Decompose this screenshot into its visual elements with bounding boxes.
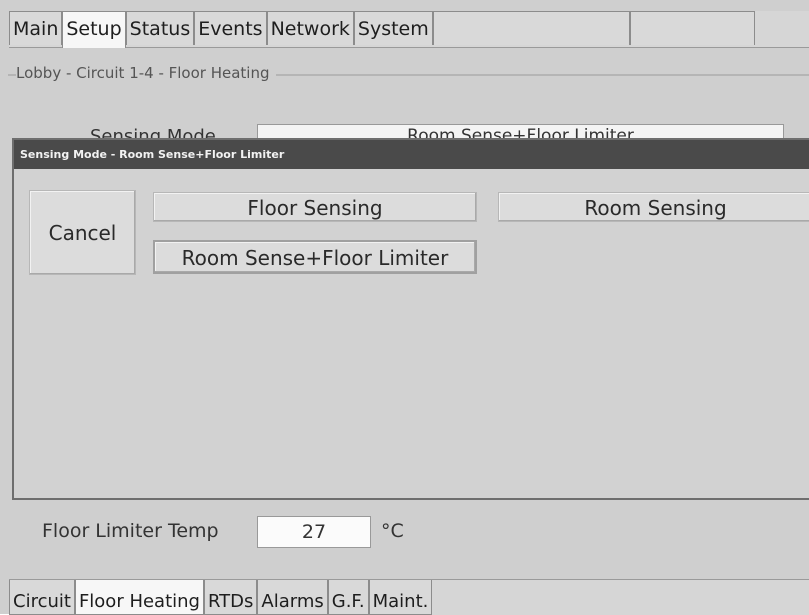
screen: Main Setup Status Events Network System … [0, 0, 809, 615]
tab-maint[interactable]: Maint. [368, 580, 433, 615]
sensing-mode-dialog: Sensing Mode - Room Sense+Floor Limiter … [12, 138, 809, 500]
bottom-tab-bar: Circuit Floor Heating RTDs Alarms G.F. M… [9, 579, 809, 615]
tab-events[interactable]: Events [194, 11, 267, 45]
tab-circuit[interactable]: Circuit [9, 580, 75, 615]
top-tab-bar: Main Setup Status Events Network System [9, 11, 809, 48]
tab-network[interactable]: Network [266, 11, 354, 45]
cancel-button[interactable]: Cancel [29, 190, 136, 275]
tab-bar-spacer [432, 11, 630, 45]
room-sensing-button[interactable]: Room Sensing [498, 192, 809, 222]
floor-sensing-button[interactable]: Floor Sensing [153, 192, 477, 222]
tab-floor-heating[interactable]: Floor Heating [74, 580, 204, 615]
floor-limiter-temp-label: Floor Limiter Temp [42, 520, 219, 542]
tab-rtds[interactable]: RTDs [203, 580, 258, 615]
group-title: Lobby - Circuit 1-4 - Floor Heating [16, 64, 276, 82]
tab-main[interactable]: Main [9, 11, 63, 45]
floor-limiter-temp-field[interactable]: 27 [257, 516, 371, 548]
tab-bar-spacer [629, 11, 755, 45]
tab-alarms[interactable]: Alarms [257, 580, 328, 615]
tab-gf[interactable]: G.F. [327, 580, 369, 615]
tab-setup[interactable]: Setup [62, 11, 126, 48]
tab-system[interactable]: System [353, 11, 433, 45]
tab-status[interactable]: Status [125, 11, 195, 45]
room-sense-floor-limiter-button[interactable]: Room Sense+Floor Limiter [153, 240, 477, 274]
dialog-title: Sensing Mode - Room Sense+Floor Limiter [14, 140, 809, 169]
temperature-unit: °C [381, 520, 404, 542]
